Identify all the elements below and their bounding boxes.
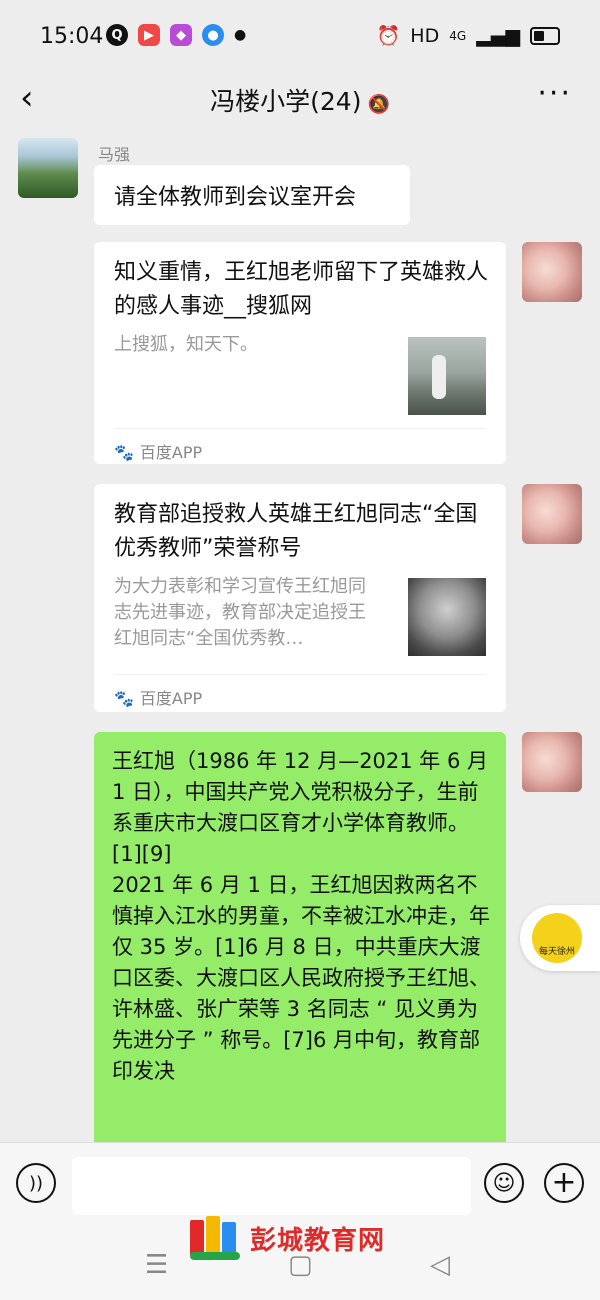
floating-widget-label: 每天徐州 (538, 947, 575, 957)
smiley-icon: ☺ (492, 1170, 516, 1196)
bell-off-icon: 🔕 (367, 94, 390, 115)
message-text: 请全体教师到会议室开会 (114, 185, 357, 210)
link-card-desc: 为大力表彰和学习宣传王红旭同志先进事迹，教育部决定追授王红旭同志“全国优秀教… (114, 576, 366, 649)
watermark-text: 彭城教育网 (250, 1225, 386, 1256)
menu-icon: ☰ (145, 1250, 169, 1280)
video-app-icon: ▶ (138, 24, 160, 46)
link-card-source: 🐾 百度APP (114, 674, 486, 709)
link-card[interactable]: 知义重情，王红旭老师留下了英雄救人的感人事迹__搜狐网 上搜狐，知天下。 🐾 百度… (94, 242, 506, 464)
person-figure-icon (432, 355, 446, 399)
hd-indicator: HD (410, 24, 440, 47)
browser-app-icon: ● (202, 24, 224, 46)
back-nav-button[interactable]: ◁ (430, 1250, 450, 1280)
link-card-source-label: 百度APP (139, 689, 203, 708)
baidu-paw-icon: 🐾 (114, 443, 134, 462)
status-bar: 15:04 Q ▶ ◆ ● ● ⏰ HD 4G ▂▄▆ (0, 0, 600, 70)
q-app-icon: Q (106, 24, 128, 46)
more-button[interactable]: ··· (537, 76, 572, 111)
link-card-source: 🐾 百度APP (114, 428, 486, 463)
link-card-desc: 上搜狐，知天下。 (114, 334, 258, 355)
status-time: 15:04 (40, 24, 104, 49)
more-actions-button[interactable]: + (544, 1163, 584, 1203)
sender-name: 马强 (98, 145, 131, 164)
signal-icon: ▂▄▆ (476, 24, 520, 47)
alarm-icon: ⏰ (376, 25, 401, 47)
notification-dot-icon: ● (234, 27, 247, 43)
baidu-paw-icon: 🐾 (114, 689, 134, 708)
chat-header: ‹ 冯楼小学(24) 🔕 ··· (0, 70, 600, 130)
status-right: ⏰ HD 4G ▂▄▆ (377, 24, 560, 47)
network-indicator: 4G (449, 28, 467, 43)
message-bubble-self[interactable]: 王红旭（1986 年 12 月—2021 年 6 月 1 日），中国共产党入党积… (94, 732, 506, 1152)
link-card-source-label: 百度APP (139, 443, 203, 462)
live-app-icon: ◆ (170, 24, 192, 46)
chat-title: 冯楼小学(24) (210, 87, 362, 116)
chat-title-wrap: 冯楼小学(24) 🔕 (0, 82, 600, 118)
link-card-thumbnail (408, 578, 486, 656)
watermark-logo-icon (190, 1216, 242, 1260)
sender-avatar[interactable] (18, 138, 78, 198)
status-app-icons: Q ▶ ◆ ● ● (106, 24, 246, 46)
voice-button[interactable]: )) (16, 1163, 56, 1203)
link-card-thumbnail (408, 337, 486, 415)
self-avatar[interactable] (522, 242, 582, 302)
message-bubble[interactable]: 请全体教师到会议室开会 (94, 165, 410, 225)
watermark: 彭城教育网 (190, 1208, 420, 1268)
emoji-button[interactable]: ☺ (484, 1163, 524, 1203)
self-avatar[interactable] (522, 732, 582, 792)
battery-icon (530, 26, 560, 45)
self-avatar[interactable] (522, 484, 582, 544)
message-text: 王红旭（1986 年 12 月—2021 年 6 月 1 日），中国共产党入党积… (112, 749, 490, 1083)
floating-widget[interactable]: 每天徐州 (520, 905, 600, 971)
voice-icon: )) (28, 1172, 44, 1194)
message-input[interactable] (72, 1157, 471, 1215)
link-card-title: 知义重情，王红旭老师留下了英雄救人的感人事迹__搜狐网 (114, 260, 489, 319)
menu-nav-button[interactable]: ☰ (145, 1250, 168, 1280)
plus-icon: + (551, 1165, 577, 1200)
floating-widget-logo: 每天徐州 (532, 913, 582, 963)
back-triangle-icon: ◁ (430, 1250, 450, 1280)
link-card[interactable]: 教育部追授救人英雄王红旭同志“全国优秀教师”荣誉称号 为大力表彰和学习宣传王红旭… (94, 484, 506, 712)
link-card-title: 教育部追授救人英雄王红旭同志“全国优秀教师”荣誉称号 (114, 502, 478, 561)
